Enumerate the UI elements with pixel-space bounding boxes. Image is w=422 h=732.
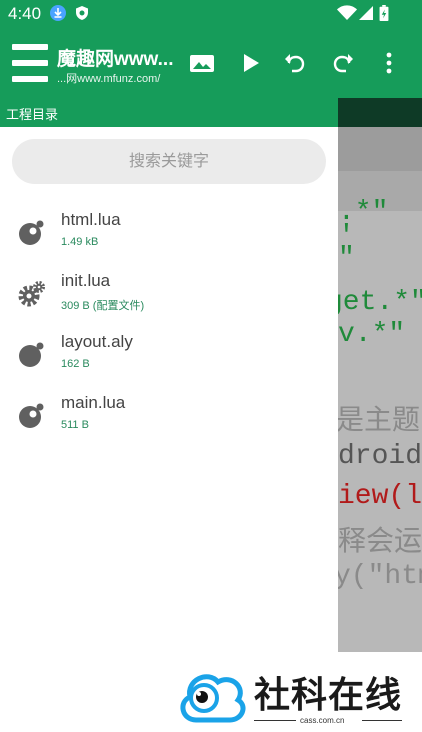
logo-text: 社科在线 bbox=[254, 675, 403, 716]
code-line: get.*" bbox=[338, 287, 422, 318]
file-drawer: 搜索关键字 html.lua 1.49 kB init.lua 309 B (配… bbox=[0, 127, 338, 652]
undo-icon[interactable] bbox=[283, 50, 309, 76]
file-name: layout.aly bbox=[61, 332, 133, 351]
more-vertical-icon[interactable] bbox=[376, 50, 402, 76]
menu-icon[interactable] bbox=[12, 44, 48, 82]
file-item-html-lua[interactable]: html.lua 1.49 kB bbox=[0, 204, 338, 264]
file-size: 162 B bbox=[61, 358, 90, 370]
cloud-logo-icon bbox=[180, 674, 246, 723]
editor-band bbox=[338, 127, 422, 171]
battery-icon bbox=[379, 5, 389, 21]
bottom-watermark: 社科在线 cass.com.cn bbox=[0, 652, 422, 732]
play-icon[interactable] bbox=[237, 50, 263, 76]
editor-toolbar-shade bbox=[338, 98, 422, 127]
file-item-main-lua[interactable]: main.lua 511 B bbox=[0, 387, 338, 447]
shield-icon bbox=[76, 6, 88, 20]
download-icon bbox=[50, 5, 66, 21]
project-directory-label: 工程目录 bbox=[6, 107, 59, 122]
logo-divider bbox=[254, 720, 296, 721]
code-line: " bbox=[338, 243, 355, 274]
gear-icon bbox=[18, 281, 45, 307]
file-name: init.lua bbox=[61, 271, 111, 290]
app-subtitle: ...网www.mfunz.com/ bbox=[57, 73, 161, 85]
code-line: 是主题 bbox=[338, 407, 421, 438]
code-line: 释会运 bbox=[338, 528, 422, 559]
file-size: 511 B bbox=[61, 419, 89, 431]
file-size: 309 B (配置文件) bbox=[61, 300, 145, 312]
file-size: 1.49 kB bbox=[61, 236, 99, 248]
wifi-icon bbox=[337, 5, 357, 20]
logo-divider bbox=[362, 720, 402, 721]
status-bar: 4:40 bbox=[0, 0, 422, 28]
layout-file-icon bbox=[19, 342, 44, 367]
app-bar: 魔趣网www... ...网www.mfunz.com/ bbox=[0, 28, 422, 98]
signal-icon bbox=[359, 6, 373, 20]
app-title: 魔趣网www... bbox=[57, 49, 174, 70]
redo-icon[interactable] bbox=[329, 50, 355, 76]
logo-url: cass.com.cn bbox=[300, 716, 345, 725]
file-item-init-lua[interactable]: init.lua 309 B (配置文件) bbox=[0, 265, 338, 325]
file-item-layout-aly[interactable]: layout.aly 162 B bbox=[0, 326, 338, 386]
code-line: droid. bbox=[338, 441, 422, 472]
code-editor-dimmed[interactable]: .*"'"get.*"v.*"是主题droid.iew(lo释会运y("htm bbox=[338, 127, 422, 652]
file-name: main.lua bbox=[61, 393, 126, 412]
file-name: html.lua bbox=[61, 210, 121, 229]
code-line: iew(lo bbox=[338, 481, 422, 512]
code-line: v.*" bbox=[338, 319, 406, 350]
search-input[interactable]: 搜索关键字 bbox=[12, 139, 326, 184]
image-icon[interactable] bbox=[189, 50, 215, 76]
code-line: y("htm bbox=[338, 561, 422, 592]
status-time: 4:40 bbox=[8, 4, 42, 23]
lua-file-icon bbox=[19, 220, 44, 245]
lua-file-icon bbox=[19, 403, 44, 428]
